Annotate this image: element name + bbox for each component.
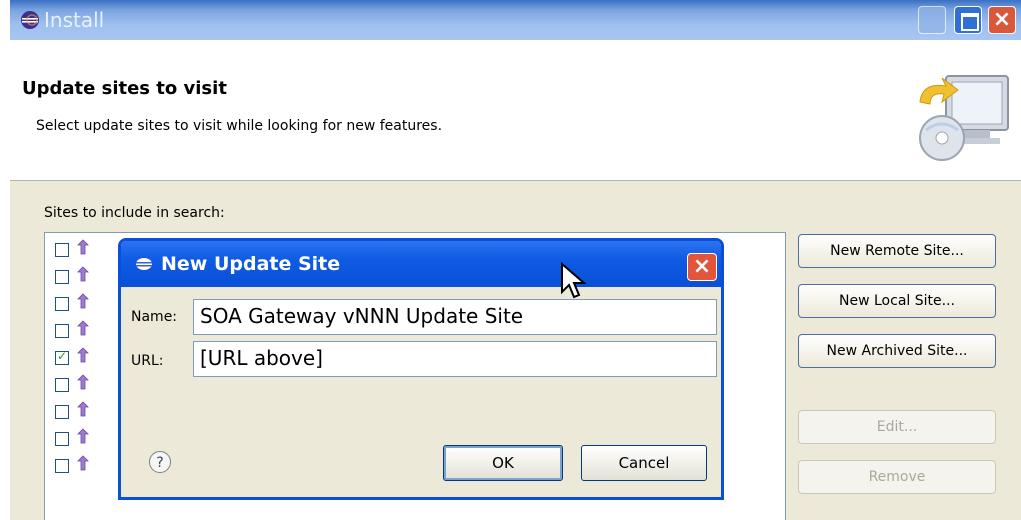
- update-monitor-icon: [919, 75, 1009, 161]
- update-site-icon: [77, 320, 89, 336]
- maximize-button[interactable]: [954, 6, 982, 34]
- window-close-button[interactable]: ×: [988, 6, 1016, 34]
- url-label: URL:: [131, 353, 164, 369]
- name-label: Name:: [131, 309, 178, 325]
- update-site-icon: [77, 239, 89, 255]
- page-title: Update sites to visit: [22, 78, 227, 99]
- update-site-icon: [77, 401, 89, 417]
- wizard-header: [10, 40, 1021, 181]
- site-checkbox[interactable]: [55, 459, 69, 473]
- new-archived-site-button[interactable]: New Archived Site...: [798, 334, 996, 368]
- update-site-icon: [77, 455, 89, 471]
- install-window-title: Install: [44, 8, 105, 32]
- install-titlebar: Install ×: [10, 0, 1021, 40]
- mouse-cursor-icon: [561, 262, 586, 299]
- help-icon[interactable]: ?: [149, 451, 171, 473]
- new-local-site-button[interactable]: New Local Site...: [798, 284, 996, 318]
- remove-button[interactable]: Remove: [798, 460, 996, 494]
- site-checkbox[interactable]: [55, 297, 69, 311]
- dialog-titlebar: New Update Site ×: [121, 241, 721, 287]
- update-site-icon: [77, 374, 89, 390]
- sites-label: Sites to include in search:: [44, 205, 225, 221]
- dialog-title: New Update Site: [161, 253, 341, 275]
- eclipse-icon: [21, 11, 39, 29]
- dialog-close-button[interactable]: ×: [687, 253, 717, 281]
- update-site-icon: [77, 347, 89, 363]
- site-checkbox[interactable]: [55, 378, 69, 392]
- site-checkbox[interactable]: [55, 405, 69, 419]
- new-remote-site-button[interactable]: New Remote Site...: [798, 234, 996, 268]
- update-site-icon: [77, 293, 89, 309]
- site-checkbox[interactable]: [55, 243, 69, 257]
- cancel-button[interactable]: Cancel: [581, 445, 707, 481]
- page-description: Select update sites to visit while looki…: [36, 118, 443, 134]
- ok-button[interactable]: OK: [443, 445, 563, 481]
- update-site-icon: [77, 428, 89, 444]
- site-checkbox[interactable]: [55, 270, 69, 284]
- url-field[interactable]: [URL above]: [193, 341, 717, 377]
- edit-button[interactable]: Edit...: [798, 410, 996, 444]
- minimize-button[interactable]: [918, 6, 946, 34]
- new-update-site-dialog: New Update Site × Name: SOA Gateway vNNN…: [118, 238, 724, 500]
- name-field[interactable]: SOA Gateway vNNN Update Site: [193, 299, 717, 335]
- update-site-icon: [77, 266, 89, 282]
- site-checkbox[interactable]: [55, 324, 69, 338]
- eclipse-icon: [136, 258, 152, 270]
- site-checkbox[interactable]: [55, 349, 69, 365]
- site-checkbox[interactable]: [55, 432, 69, 446]
